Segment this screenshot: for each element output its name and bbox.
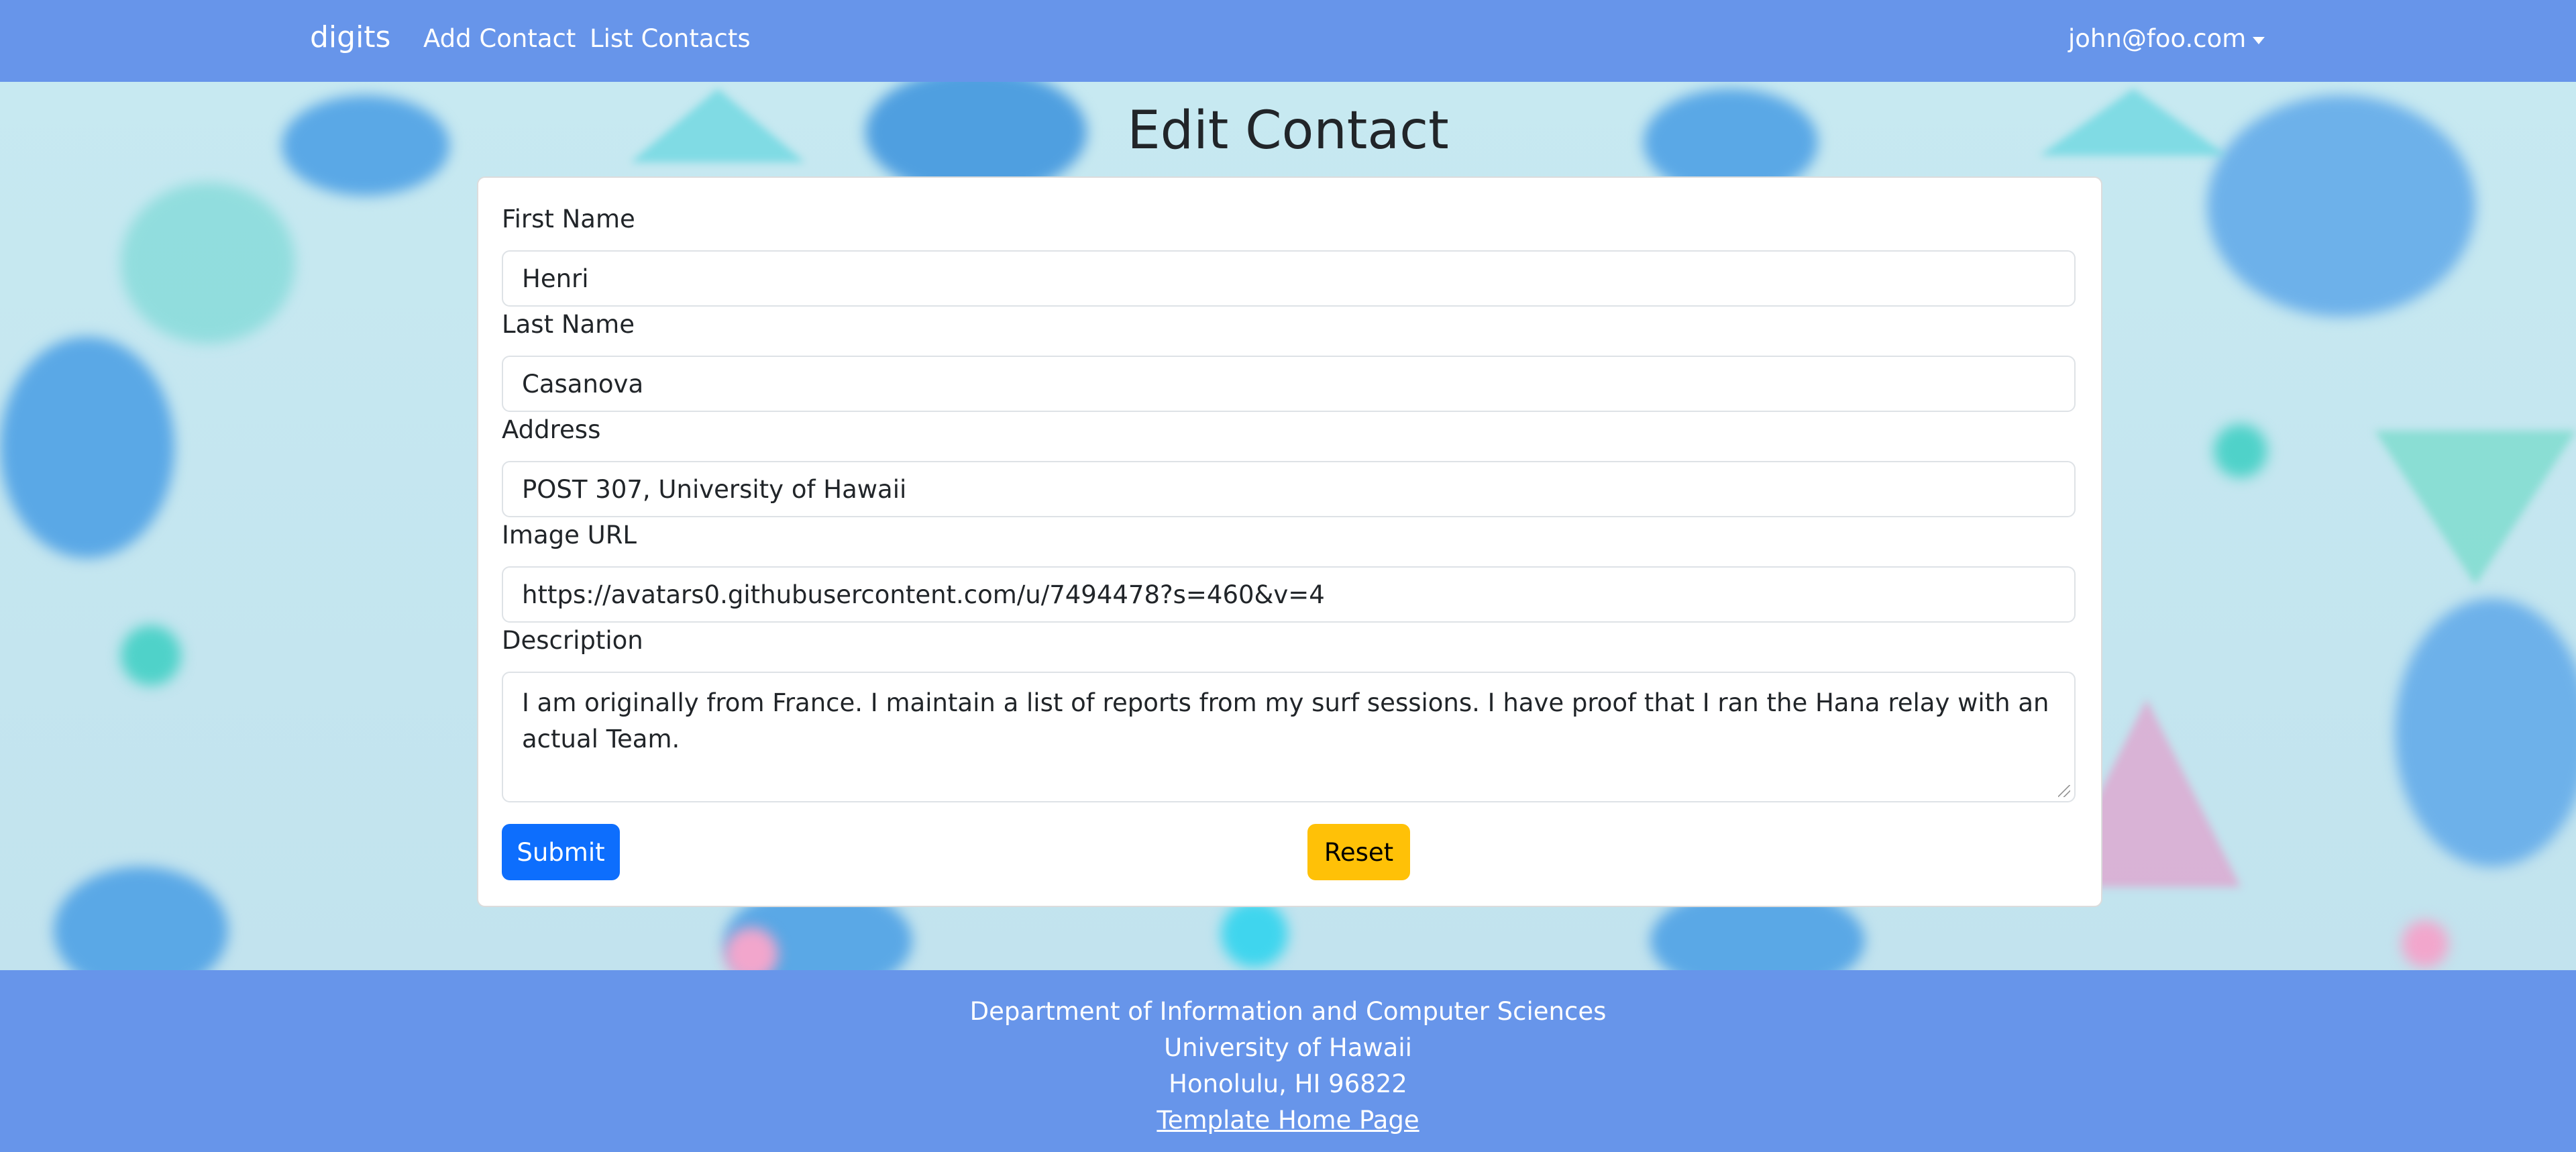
bg-character-blob (121, 625, 181, 686)
last-name-input[interactable]: Casanova (502, 356, 2076, 412)
caret-down-icon (2253, 37, 2265, 44)
description-label: Description (502, 626, 643, 655)
reset-button[interactable]: Reset (1307, 824, 1410, 880)
address-label: Address (502, 415, 601, 444)
user-email: john@foo.com (2068, 24, 2247, 53)
bg-triangle (2375, 431, 2576, 585)
bg-character-blob (2214, 424, 2267, 478)
footer-department: Department of Information and Computer S… (969, 997, 1607, 1026)
description-text: I am originally from France. I maintain … (522, 688, 2049, 753)
nav-add-contact[interactable]: Add Contact (423, 24, 576, 53)
resize-handle-icon[interactable] (2058, 785, 2070, 797)
address-input[interactable]: POST 307, University of Hawaii (502, 461, 2076, 517)
image-url-label: Image URL (502, 521, 637, 549)
bg-character-blob (2402, 921, 2449, 967)
submit-button[interactable]: Submit (502, 824, 620, 880)
footer-template-link[interactable]: Template Home Page (0, 1102, 2576, 1139)
first-name-label: First Name (502, 205, 635, 233)
footer-university: University of Hawaii (1164, 1033, 1412, 1062)
nav-list-contacts[interactable]: List Contacts (590, 24, 751, 53)
edit-contact-form: First Name Henri Last Name Casanova Addr… (477, 176, 2102, 907)
footer-address: Honolulu, HI 96822 (1169, 1069, 1407, 1098)
first-name-input[interactable]: Henri (502, 250, 2076, 307)
brand-link[interactable]: digits (310, 20, 390, 54)
top-navbar: digits Add Contact List Contacts john@fo… (0, 0, 2576, 82)
footer: Department of Information and Computer S… (0, 970, 2576, 1152)
bg-character-blob (54, 867, 228, 970)
bg-character-blob (121, 182, 295, 344)
page-title: Edit Contact (1127, 101, 1449, 161)
bg-character-blob (2395, 598, 2576, 867)
description-textarea[interactable]: I am originally from France. I maintain … (502, 672, 2076, 802)
bg-character-blob (1221, 900, 1288, 967)
image-url-input[interactable]: https://avatars0.githubusercontent.com/u… (502, 566, 2076, 623)
user-dropdown[interactable]: john@foo.com (2068, 24, 2265, 53)
bg-character-blob (0, 337, 174, 558)
last-name-label: Last Name (502, 310, 635, 339)
